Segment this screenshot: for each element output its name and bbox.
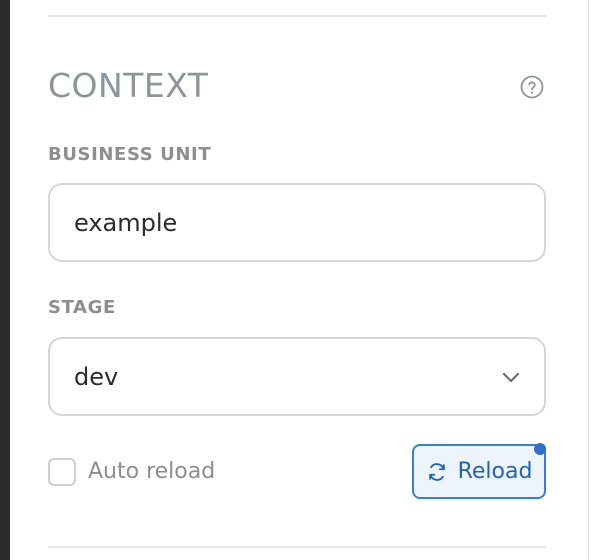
section-divider-top: [48, 15, 546, 17]
notification-badge: [534, 443, 546, 455]
panel-border: [588, 0, 589, 560]
auto-reload-checkbox[interactable]: [48, 458, 76, 486]
reload-button[interactable]: Reload: [412, 444, 546, 499]
auto-reload-label[interactable]: Auto reload: [88, 459, 215, 484]
chevron-down-icon: [502, 369, 520, 383]
business-unit-input[interactable]: [50, 185, 544, 260]
stage-select[interactable]: dev: [48, 337, 546, 416]
stage-label: STAGE: [48, 297, 116, 318]
business-unit-label: BUSINESS UNIT: [48, 144, 212, 165]
help-icon[interactable]: [520, 75, 544, 99]
stage-selected-value: dev: [74, 363, 119, 391]
reload-button-label: Reload: [457, 459, 533, 484]
refresh-icon: [426, 461, 448, 483]
window-edge: [0, 0, 10, 560]
question-circle-icon: [520, 75, 544, 99]
business-unit-field-container: [48, 183, 546, 262]
section-divider-bottom: [48, 546, 546, 548]
section-title: CONTEXT: [48, 66, 209, 105]
